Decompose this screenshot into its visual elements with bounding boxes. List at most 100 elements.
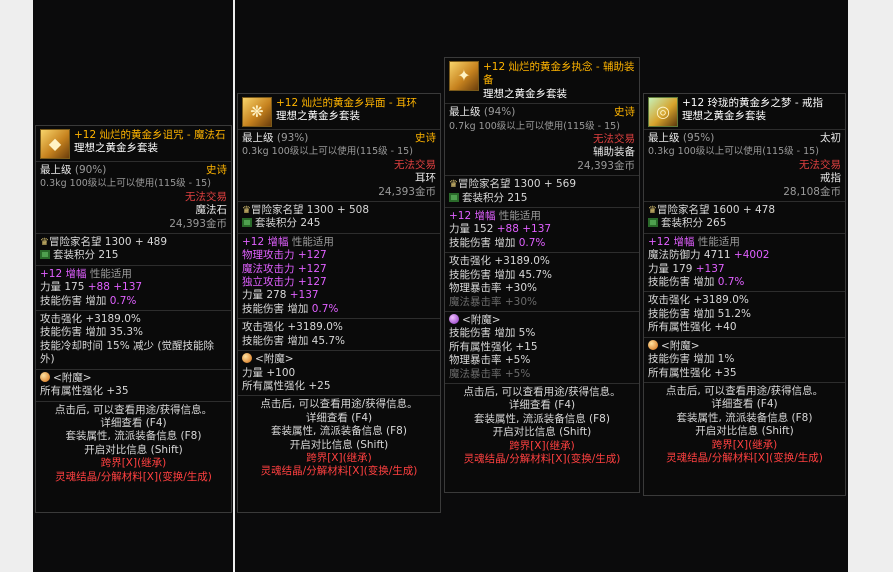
item-price: 28,108金币 xyxy=(783,185,841,198)
footer-click-info[interactable]: 点击后, 可以查看用途/获得信息。 xyxy=(644,385,845,398)
stat-magic-atk: 魔法攻击力 +127 xyxy=(242,262,327,275)
item-rarity: 史诗 xyxy=(206,164,227,176)
amp-note: 性能适用 xyxy=(89,267,132,280)
footer-click-info[interactable]: 点击后, 可以查看用途/获得信息。 xyxy=(238,398,440,411)
item-weight: 0.3kg xyxy=(40,178,67,190)
item-level-req: 100级以上可以使用(115级 - 15) xyxy=(478,120,620,132)
item-title: +12 灿烂的黄金乡异面 - 耳环 xyxy=(276,97,417,109)
stat-attack-enhance: 攻击强化 +3189.0% xyxy=(242,321,343,334)
amp-note: 性能适用 xyxy=(697,235,740,248)
adventurer-fame: 冒险家名望 1600 + 478 xyxy=(656,204,776,217)
stat-phys-atk: 物理攻击力 +127 xyxy=(242,249,327,262)
set-points: 套装积分 265 xyxy=(661,217,727,230)
ring-icon: ◎ xyxy=(648,97,678,127)
enchant-stat-1: 技能伤害 增加 1% xyxy=(648,353,735,366)
enchant-title: <附魔> xyxy=(53,371,92,384)
item-title: +12 灿烂的黄金乡诅咒 - 魔法石 xyxy=(74,129,226,141)
item-set-name: 理想之黄金乡套装 xyxy=(682,110,766,123)
item-title: +12 玲珑的黄金乡之梦 - 戒指 xyxy=(682,97,823,109)
stat-strength: 力量 278 +137 xyxy=(242,289,319,302)
item-slot: 魔法石 xyxy=(195,204,228,217)
item-set-name: 理想之黄金乡套装 xyxy=(483,87,567,100)
item-level-req: 100级以上可以使用(115级 - 15) xyxy=(69,178,211,190)
item-weight: 0.3kg xyxy=(648,146,675,158)
footer-set-info[interactable]: 套装属性, 流派装备信息 (F8) xyxy=(36,430,231,443)
footer-inherit[interactable]: 跨界[X](继承) xyxy=(238,452,440,465)
stat-magic-crit: 魔法暴击率 +30% xyxy=(449,295,537,308)
footer-soul-crystal[interactable]: 灵魂结晶/分解材料[X](变换/生成) xyxy=(644,452,845,465)
set-points: 套装积分 215 xyxy=(462,191,528,204)
stat-attack-enhance: 攻击强化 +3189.0% xyxy=(449,255,550,268)
item-trade-status: 无法交易 xyxy=(185,190,227,203)
footer-soul-crystal[interactable]: 灵魂结晶/分解材料[X](变换/生成) xyxy=(36,471,231,484)
amp-label: +12 增幅 xyxy=(449,210,496,223)
footer-set-info[interactable]: 套装属性, 流派装备信息 (F8) xyxy=(238,425,440,438)
stat-attack-enhance: 攻击强化 +3189.0% xyxy=(648,294,749,307)
enchant-orb-icon xyxy=(648,339,658,350)
footer-inherit[interactable]: 跨界[X](继承) xyxy=(445,440,639,453)
footer-click-info[interactable]: 点击后, 可以查看用途/获得信息。 xyxy=(36,404,231,417)
stat-skill-dmg-2: 技能伤害 增加 51.2% xyxy=(648,307,752,320)
item-price: 24,393金币 xyxy=(169,217,227,230)
adventurer-fame: 冒险家名望 1300 + 489 xyxy=(48,236,168,249)
footer-detail[interactable]: 详细查看 (F4) xyxy=(36,417,231,430)
amp-label: +12 增幅 xyxy=(40,267,87,280)
stat-skill-dmg-2: 技能伤害 增加 45.7% xyxy=(242,334,346,347)
enchant-title: <附魔> xyxy=(462,313,501,326)
footer-detail[interactable]: 详细查看 (F4) xyxy=(445,399,639,412)
adventurer-fame: 冒险家名望 1300 + 508 xyxy=(250,204,370,217)
footer-compare[interactable]: 开启对比信息 (Shift) xyxy=(36,444,231,457)
footer-click-info[interactable]: 点击后, 可以查看用途/获得信息。 xyxy=(445,386,639,399)
stat-skill-dmg: 技能伤害 增加 0.7% xyxy=(40,294,137,307)
item-weight: 0.7kg xyxy=(449,120,476,132)
footer-detail[interactable]: 详细查看 (F4) xyxy=(238,412,440,425)
item-grade: 最上级 xyxy=(449,106,481,119)
enchant-stat-2: 所有属性强化 +15 xyxy=(449,340,538,353)
stat-skill-dmg: 技能伤害 增加 0.7% xyxy=(242,302,339,315)
footer-set-info[interactable]: 套装属性, 流派装备信息 (F8) xyxy=(644,412,845,425)
item-weight: 0.3kg xyxy=(242,146,269,158)
stat-strength: 力量 179 +137 xyxy=(648,262,725,275)
footer-soul-crystal[interactable]: 灵魂结晶/分解材料[X](变换/生成) xyxy=(445,453,639,466)
item-tooltip-card-4: ◎ +12 玲珑的黄金乡之梦 - 戒指 理想之黄金乡套装 最上级 (95%) 太初… xyxy=(643,93,846,496)
item-slot: 耳环 xyxy=(415,172,436,185)
item-grade-pct: (94%) xyxy=(483,106,516,119)
item-set-name: 理想之黄金乡套装 xyxy=(276,110,360,123)
stat-skill-dmg: 技能伤害 增加 0.7% xyxy=(449,236,546,249)
item-grade-pct: (95%) xyxy=(682,132,715,144)
footer-detail[interactable]: 详细查看 (F4) xyxy=(644,398,845,411)
set-points-icon xyxy=(449,192,459,202)
enchant-stat: 所有属性强化 +35 xyxy=(40,385,129,398)
footer-soul-crystal[interactable]: 灵魂结晶/分解材料[X](变换/生成) xyxy=(238,465,440,478)
enchant-title: <附魔> xyxy=(255,353,294,366)
stat-all-attr: 所有属性强化 +40 xyxy=(648,321,737,334)
footer-inherit[interactable]: 跨界[X](继承) xyxy=(36,457,231,470)
set-points: 套装积分 215 xyxy=(53,249,119,262)
set-points-icon xyxy=(242,218,252,228)
item-rarity: 史诗 xyxy=(614,106,635,119)
crown-icon: ♛ xyxy=(40,237,49,249)
item-rarity: 太初 xyxy=(820,132,841,144)
enchant-stat-1: 技能伤害 增加 5% xyxy=(449,327,536,340)
adventurer-fame: 冒险家名望 1300 + 569 xyxy=(457,178,577,191)
amp-note: 性能适用 xyxy=(498,210,541,223)
enchant-title: <附魔> xyxy=(661,339,700,352)
item-grade: 最上级 xyxy=(40,164,72,176)
footer-inherit[interactable]: 跨界[X](继承) xyxy=(644,439,845,452)
stat-magic-defense: 魔法防御力 4711 +4002 xyxy=(648,249,770,262)
item-grade-pct: (93%) xyxy=(276,132,309,144)
item-trade-status: 无法交易 xyxy=(799,158,841,171)
stat-cooldown: 技能冷却时间 15% 减少 (觉醒技能除外) xyxy=(40,339,214,366)
footer-set-info[interactable]: 套装属性, 流派装备信息 (F8) xyxy=(445,413,639,426)
footer-compare[interactable]: 开启对比信息 (Shift) xyxy=(644,425,845,438)
support-equipment-icon: ✦ xyxy=(449,61,479,91)
stat-skill-dmg: 技能伤害 增加 0.7% xyxy=(648,276,745,289)
magic-stone-icon: ◆ xyxy=(40,129,70,159)
crown-icon: ♛ xyxy=(648,205,657,217)
item-slot: 辅助装备 xyxy=(593,146,635,159)
item-level-req: 100级以上可以使用(115级 - 15) xyxy=(677,146,819,158)
item-set-name: 理想之黄金乡套装 xyxy=(74,142,158,155)
footer-compare[interactable]: 开启对比信息 (Shift) xyxy=(445,426,639,439)
footer-compare[interactable]: 开启对比信息 (Shift) xyxy=(238,439,440,452)
enchant-orb-icon xyxy=(449,313,459,324)
